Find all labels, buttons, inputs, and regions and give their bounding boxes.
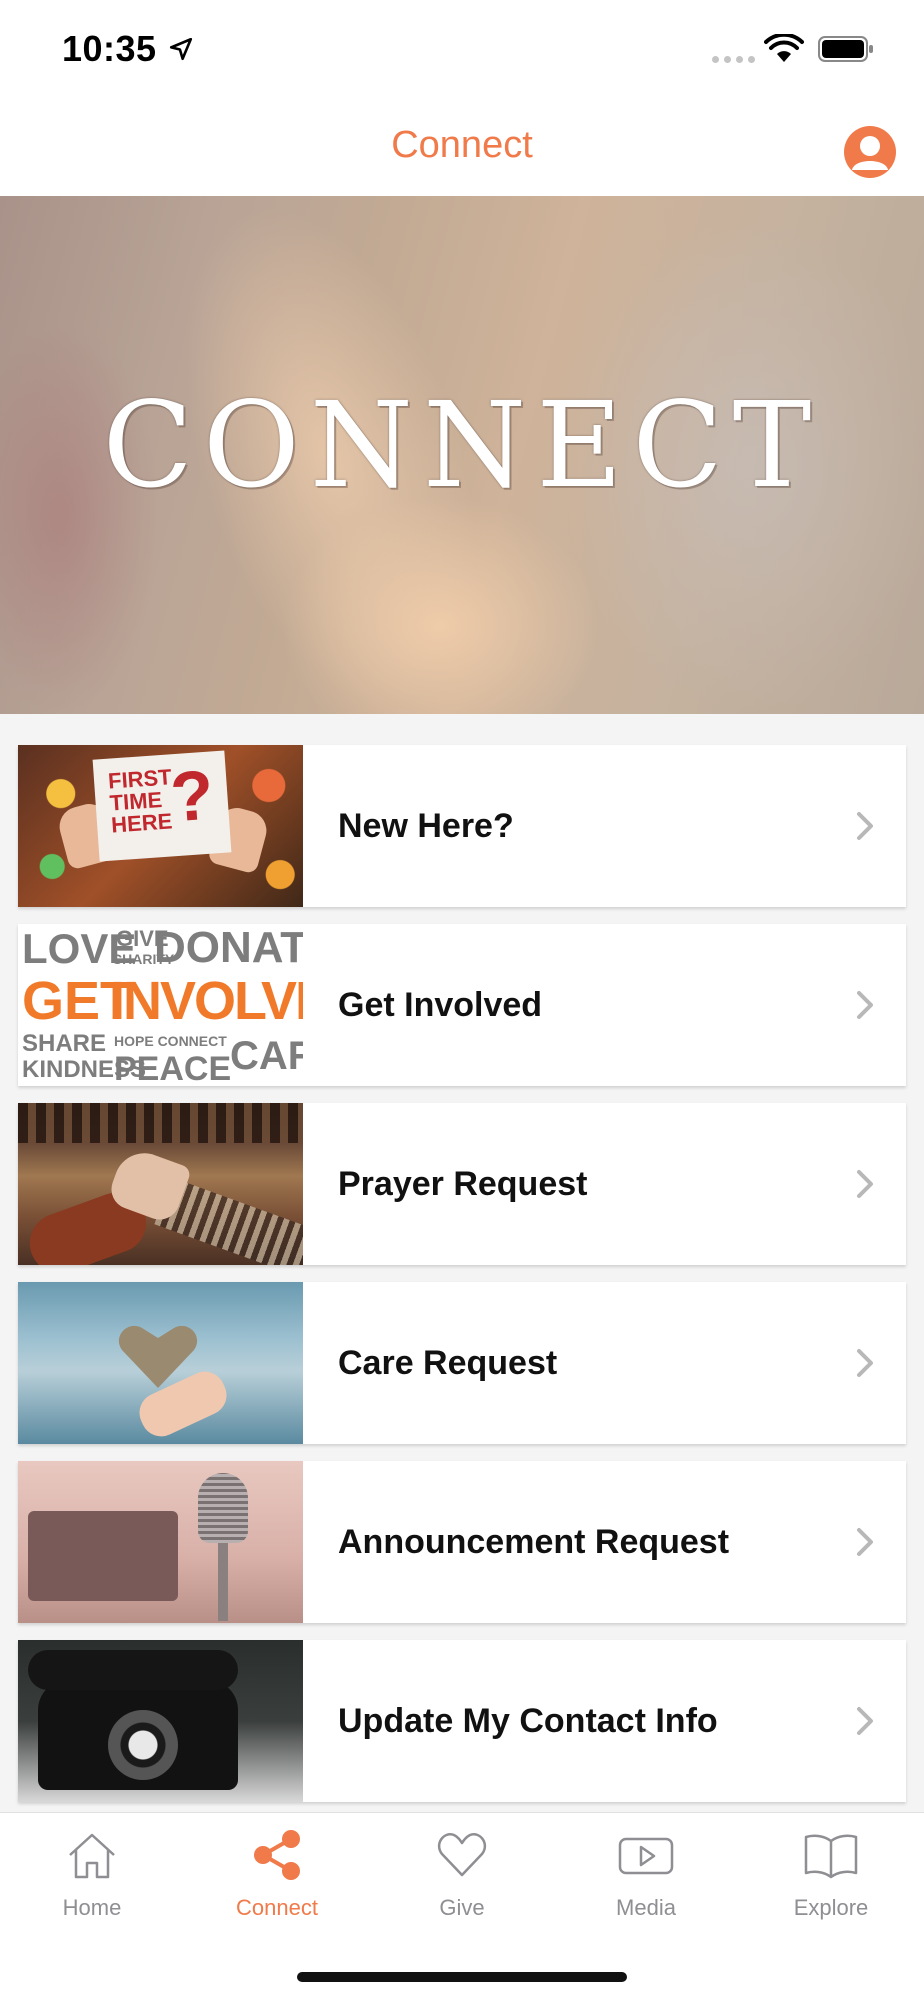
menu-item-label: Announcement Request (338, 1522, 730, 1561)
chevron-right-icon (857, 1528, 873, 1556)
hero-title: CONNECT (102, 376, 822, 514)
book-icon (804, 1834, 858, 1879)
announcement-request-thumbnail (18, 1461, 303, 1623)
get-involved-thumbnail: LOVE GIVE DONATE GET INVOLVED SHARE KIND… (18, 924, 303, 1086)
tab-give[interactable]: Give (387, 1827, 537, 1921)
menu-item-label: Get Involved (338, 985, 543, 1024)
wifi-icon (764, 34, 804, 62)
cell-signal-icon (712, 56, 755, 63)
home-indicator (297, 1972, 627, 1982)
menu-item-announcement-request[interactable]: Announcement Request (18, 1461, 906, 1623)
menu-item-label: Care Request (338, 1343, 558, 1382)
menu-item-new-here[interactable]: FIRST TIME HERE ? New Here? (18, 745, 906, 907)
care-request-thumbnail (18, 1282, 303, 1444)
chevron-right-icon (857, 991, 873, 1019)
profile-icon (852, 136, 888, 170)
hero-banner: CONNECT (0, 196, 924, 714)
menu-item-prayer-request[interactable]: Prayer Request (18, 1103, 906, 1265)
navigation-bar: Connect (0, 100, 924, 196)
chevron-right-icon (857, 1707, 873, 1735)
chevron-right-icon (857, 812, 873, 840)
connect-menu-list: FIRST TIME HERE ? New Here? LOVE GIVE DO… (18, 745, 906, 1819)
play-icon (618, 1837, 674, 1875)
menu-item-label: Update My Contact Info (338, 1701, 718, 1740)
status-bar: 10:35 (0, 0, 924, 100)
location-arrow-icon (169, 37, 193, 61)
new-here-thumbnail: FIRST TIME HERE ? (18, 745, 303, 907)
menu-item-label: New Here? (338, 806, 514, 845)
menu-item-update-contact-info[interactable]: Update My Contact Info (18, 1640, 906, 1802)
home-icon (69, 1833, 115, 1879)
chevron-right-icon (857, 1170, 873, 1198)
update-contact-thumbnail (18, 1640, 303, 1802)
prayer-request-thumbnail (18, 1103, 303, 1265)
profile-button[interactable] (844, 126, 896, 178)
menu-item-get-involved[interactable]: LOVE GIVE DONATE GET INVOLVED SHARE KIND… (18, 924, 906, 1086)
share-icon (254, 1830, 300, 1880)
tab-connect[interactable]: Connect (202, 1827, 352, 1921)
menu-item-label: Prayer Request (338, 1164, 588, 1203)
chevron-right-icon (857, 1349, 873, 1377)
page-title: Connect (391, 124, 533, 166)
battery-icon (818, 36, 873, 62)
tab-home[interactable]: Home (17, 1827, 167, 1921)
heart-icon (437, 1833, 487, 1877)
status-time: 10:35 (62, 28, 157, 69)
tab-explore[interactable]: Explore (756, 1827, 906, 1921)
menu-item-care-request[interactable]: Care Request (18, 1282, 906, 1444)
tab-media[interactable]: Media (571, 1827, 721, 1921)
